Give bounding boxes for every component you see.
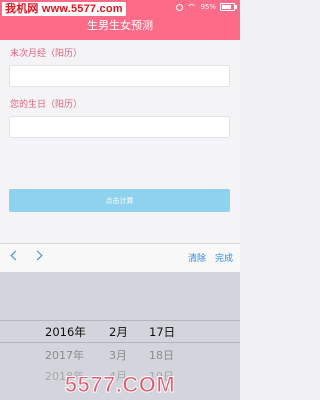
done-button[interactable]: 完成 — [215, 251, 233, 264]
picker-row[interactable]: 2017年 3月 18日 — [0, 347, 240, 367]
battery-percentage: 95% — [200, 3, 216, 11]
status-bar: 95% — [176, 3, 237, 11]
picker-toolbar: 清除 完成 — [0, 243, 240, 273]
picker-year: 2016年 — [45, 325, 86, 339]
watermark-text: 5577.COM — [64, 372, 176, 398]
chevron-right-icon[interactable] — [32, 250, 43, 261]
period-label: 末次月经（阳历） — [10, 49, 83, 59]
page-title: 生男生女预测 — [87, 19, 153, 32]
prediction-form: 末次月经（阳历） 您的生日（阳历） 点击计算 — [0, 40, 240, 243]
clear-button[interactable]: 清除 — [188, 251, 206, 264]
battery-icon — [220, 3, 237, 11]
wifi-icon — [187, 3, 197, 11]
calculate-button-label: 点击计算 — [105, 196, 134, 205]
chevron-left-icon[interactable] — [10, 250, 21, 261]
alarm-icon — [176, 3, 184, 11]
birthday-date-input[interactable] — [9, 116, 230, 138]
picker-year: 2017年 — [45, 349, 84, 362]
picker-day: 18日 — [149, 349, 174, 362]
selection-top-divider — [0, 320, 240, 321]
watermark-logo-bottom: 5577.COM — [0, 370, 240, 400]
watermark-logo-top: 我机网 www.5577.com — [2, 2, 126, 16]
picker-month: 2月 — [109, 325, 128, 339]
picker-row-selected[interactable]: 2016年 2月 17日 — [0, 324, 240, 344]
calculate-button[interactable]: 点击计算 — [9, 189, 230, 212]
birthday-label: 您的生日（阳历） — [10, 100, 83, 110]
period-date-input[interactable] — [9, 65, 230, 87]
app-header: 我机网 www.5577.com 95% 生男生女预测 — [0, 0, 240, 40]
picker-day: 17日 — [149, 325, 176, 339]
picker-month: 3月 — [109, 349, 127, 362]
